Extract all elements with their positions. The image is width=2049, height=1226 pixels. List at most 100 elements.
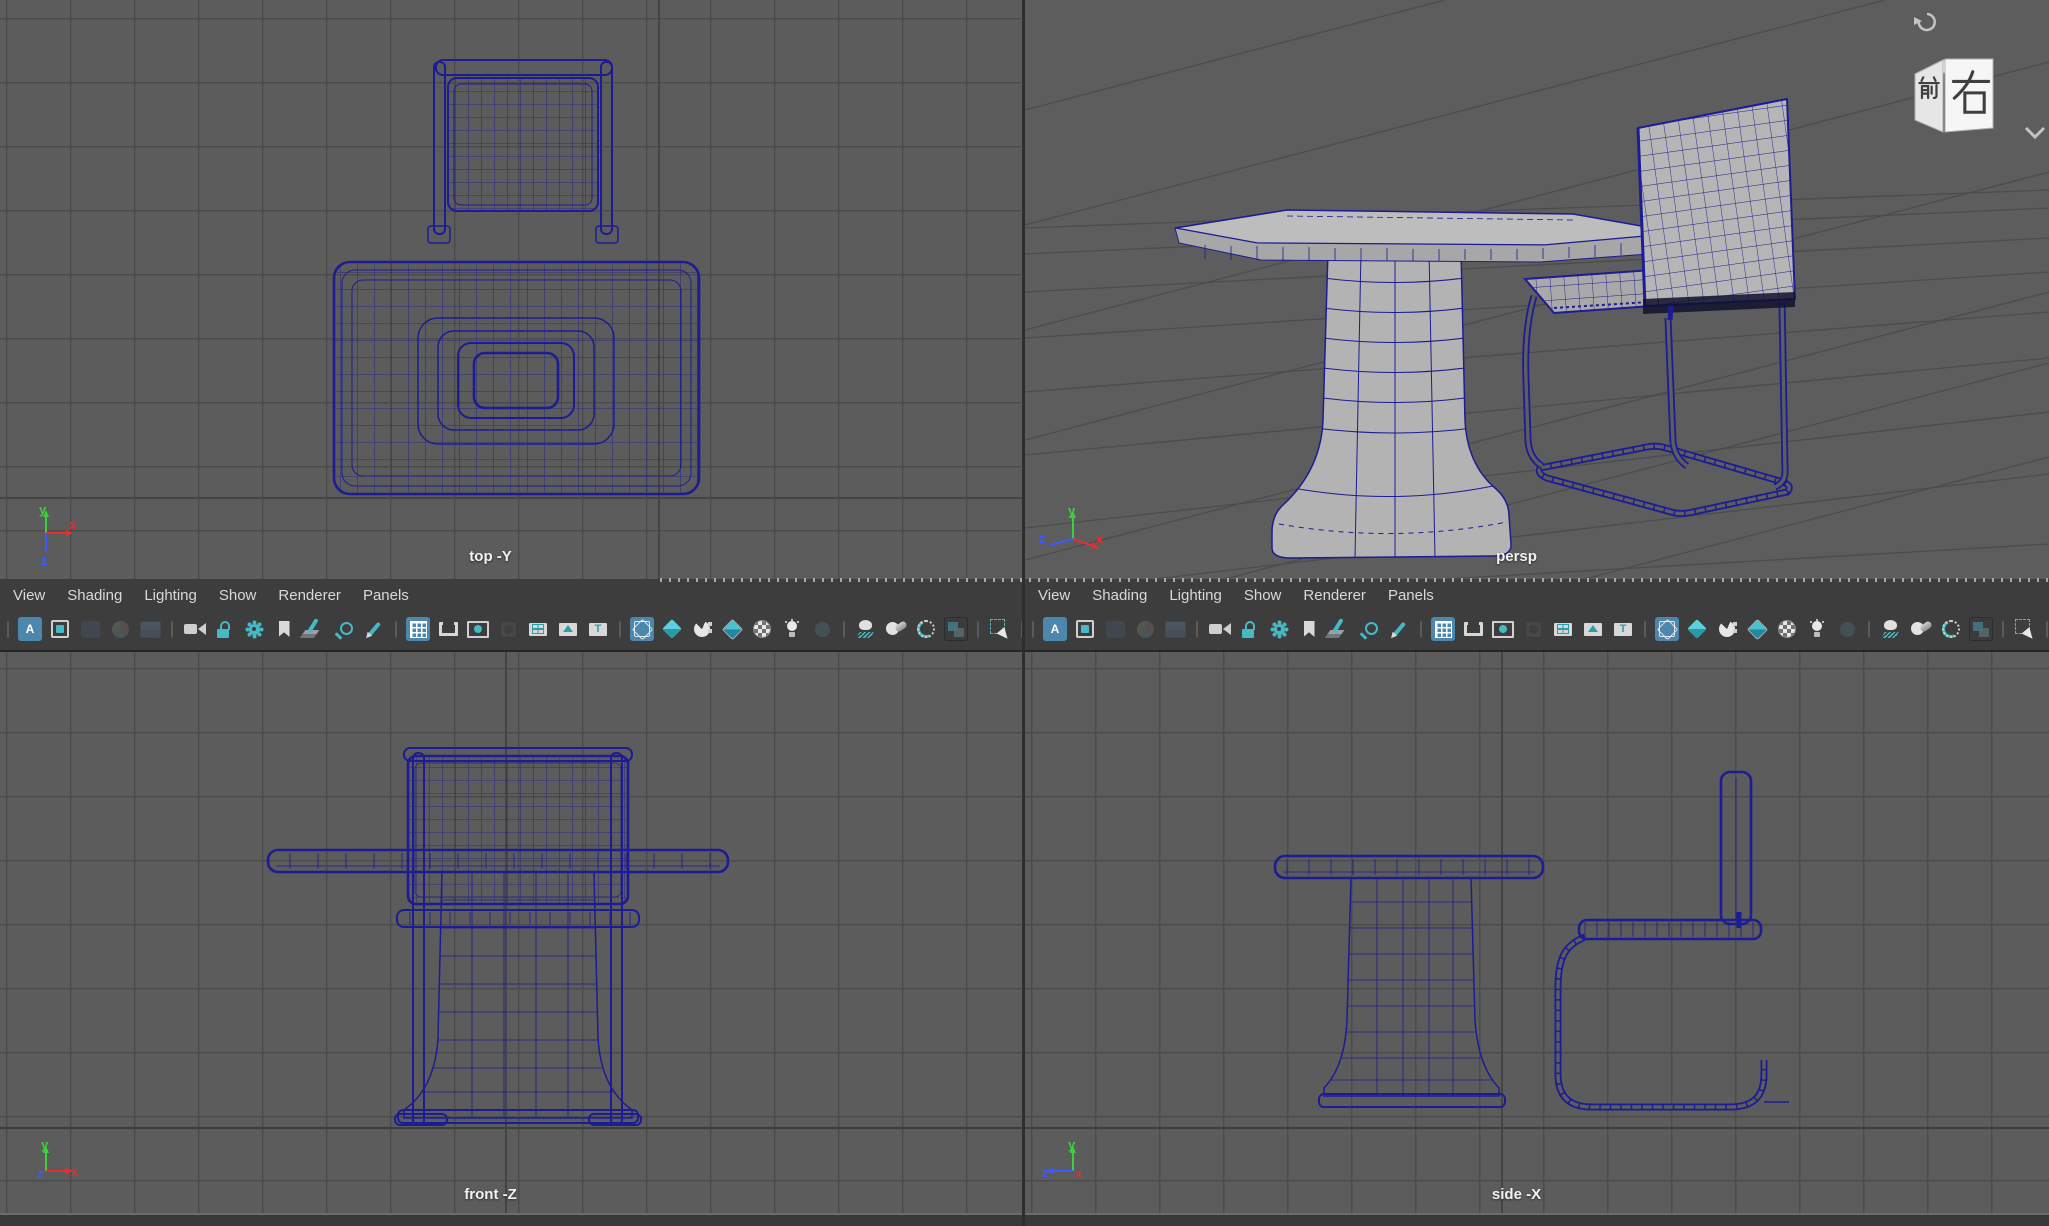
select-tool-icon[interactable] xyxy=(2013,617,2037,641)
grease-pencil-icon[interactable] xyxy=(1327,617,1351,641)
smooth-shade-icon[interactable] xyxy=(660,617,684,641)
resolution-gate-icon[interactable] xyxy=(466,617,490,641)
xray-mode-icon[interactable] xyxy=(1969,617,1993,641)
lock-camera-icon[interactable] xyxy=(1237,617,1261,641)
pencil-icon[interactable] xyxy=(1387,617,1411,641)
viewport-persp[interactable]: y x z persp xyxy=(1025,0,2049,579)
viewport-front[interactable]: y x z front -Z xyxy=(0,650,1022,1213)
axis-triad: y x z xyxy=(12,1137,84,1203)
motion-blur-icon[interactable] xyxy=(914,617,938,641)
menu-panels[interactable]: Panels xyxy=(1377,587,1445,604)
textured-display-icon[interactable] xyxy=(720,617,744,641)
gate-mask-icon[interactable] xyxy=(496,617,520,641)
checkered-material-icon[interactable] xyxy=(1775,617,1799,641)
view-cube-chevron-icon[interactable] xyxy=(2026,128,2044,137)
view-cube-front-face[interactable] xyxy=(1915,60,1943,132)
grid-toggle-icon[interactable] xyxy=(1431,617,1455,641)
resolution-gate-icon[interactable] xyxy=(1491,617,1515,641)
menu-renderer[interactable]: Renderer xyxy=(1292,587,1377,604)
layers-icon[interactable] xyxy=(78,617,102,641)
menu-lighting[interactable]: Lighting xyxy=(1158,587,1233,604)
xray-mode-icon[interactable] xyxy=(944,617,968,641)
maya-quad-view: y x z top -Y xyxy=(0,0,2049,1226)
safe-title-icon[interactable]: T xyxy=(1611,617,1635,641)
view-cube[interactable] xyxy=(1899,0,2049,150)
motion-blur-icon[interactable] xyxy=(1939,617,1963,641)
viewport-label: front -Z xyxy=(464,1186,516,1203)
default-light-icon[interactable] xyxy=(1835,617,1859,641)
occlusion-icon[interactable] xyxy=(884,617,908,641)
toolbar-separator xyxy=(843,621,845,638)
viewport-label: top -Y xyxy=(469,548,512,565)
view-cube-home-icon[interactable] xyxy=(1914,14,1935,30)
select-camera-icon[interactable] xyxy=(1207,617,1231,641)
safe-action-icon[interactable] xyxy=(556,617,580,641)
use-default-material-icon[interactable] xyxy=(690,617,714,641)
default-light-icon[interactable] xyxy=(810,617,834,641)
svg-text:z: z xyxy=(1042,1165,1049,1180)
bookmark-icon[interactable] xyxy=(1297,617,1321,641)
all-lights-icon[interactable] xyxy=(780,617,804,641)
panel-bar-right: ViewShadingLightingShowRendererPanels A T xyxy=(1025,579,2049,650)
select-camera-icon[interactable] xyxy=(182,617,206,641)
wireframe-display-icon[interactable] xyxy=(1655,617,1679,641)
image-plane-icon[interactable] xyxy=(138,617,162,641)
grid-toggle-icon[interactable] xyxy=(406,617,430,641)
toolbar-separator xyxy=(977,621,979,638)
menu-lighting[interactable]: Lighting xyxy=(133,587,208,604)
safe-title-icon[interactable]: T xyxy=(586,617,610,641)
textured-display-icon[interactable] xyxy=(1745,617,1769,641)
camera-attributes-icon[interactable] xyxy=(242,617,266,641)
menu-renderer[interactable]: Renderer xyxy=(267,587,352,604)
film-gate-icon[interactable] xyxy=(436,617,460,641)
camera-attributes-icon[interactable] xyxy=(1267,617,1291,641)
svg-text:z: z xyxy=(41,553,48,568)
pencil-icon[interactable] xyxy=(362,617,386,641)
menu-panels[interactable]: Panels xyxy=(352,587,420,604)
frame-brackets-icon[interactable] xyxy=(1073,617,1097,641)
checkered-material-icon[interactable] xyxy=(750,617,774,641)
frame-brackets-icon[interactable] xyxy=(48,617,72,641)
pan-zoom-icon[interactable] xyxy=(1357,617,1381,641)
smooth-shade-icon[interactable] xyxy=(1685,617,1709,641)
wireframe-display-icon[interactable] xyxy=(630,617,654,641)
toolbar-separator xyxy=(1644,621,1646,638)
field-chart-icon[interactable] xyxy=(1551,617,1575,641)
gate-mask-icon[interactable] xyxy=(1521,617,1545,641)
lock-camera-icon[interactable] xyxy=(212,617,236,641)
menu-show[interactable]: Show xyxy=(1233,587,1293,604)
safe-action-icon[interactable] xyxy=(1581,617,1605,641)
shadows-icon[interactable] xyxy=(1879,617,1903,641)
color-wheel-icon[interactable] xyxy=(108,617,132,641)
image-plane-icon[interactable] xyxy=(1163,617,1187,641)
toolbar-separator xyxy=(2002,621,2004,638)
view-cube-right-face[interactable] xyxy=(1945,59,1993,132)
viewport-top[interactable]: y x z top -Y xyxy=(0,0,1022,579)
field-chart-icon[interactable] xyxy=(526,617,550,641)
menu-shading[interactable]: Shading xyxy=(1081,587,1158,604)
layers-icon[interactable] xyxy=(1103,617,1127,641)
viewport-side[interactable]: y z x side -X xyxy=(1025,650,2049,1213)
menu-show[interactable]: Show xyxy=(208,587,268,604)
pane-drag-handle[interactable] xyxy=(660,578,2049,582)
menu-view[interactable]: View xyxy=(1027,587,1081,604)
all-lights-icon[interactable] xyxy=(1805,617,1829,641)
shadows-icon[interactable] xyxy=(854,617,878,641)
persp-view-render xyxy=(1025,0,2049,579)
bookmark-icon[interactable] xyxy=(272,617,296,641)
pan-zoom-icon[interactable] xyxy=(332,617,356,641)
letter-a-toggle-icon[interactable]: A xyxy=(1043,617,1067,641)
occlusion-icon[interactable] xyxy=(1909,617,1933,641)
film-gate-icon[interactable] xyxy=(1461,617,1485,641)
panel-divider[interactable] xyxy=(1022,0,1025,1226)
letter-a-toggle-icon[interactable]: A xyxy=(18,617,42,641)
select-tool-icon[interactable] xyxy=(988,617,1012,641)
color-wheel-icon[interactable] xyxy=(1133,617,1157,641)
menu-view[interactable]: View xyxy=(2,587,56,604)
panel-menubar-right: ViewShadingLightingShowRendererPanels xyxy=(1025,579,2049,611)
use-default-material-icon[interactable] xyxy=(1715,617,1739,641)
menu-shading[interactable]: Shading xyxy=(56,587,133,604)
grease-pencil-icon[interactable] xyxy=(302,617,326,641)
side-view-wireframe xyxy=(1025,650,2049,1213)
panel-menubar-left: ViewShadingLightingShowRendererPanels xyxy=(0,579,1022,611)
